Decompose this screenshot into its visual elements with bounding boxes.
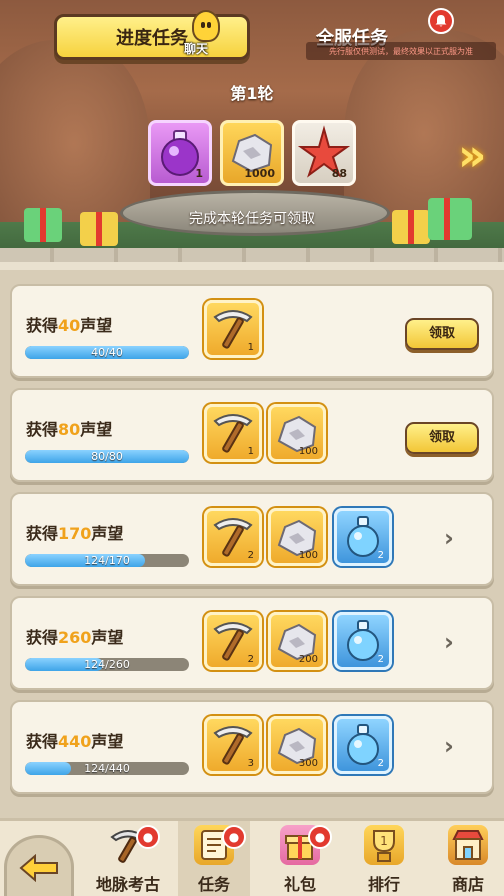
- task-title: 获得260声望: [26, 628, 124, 647]
- reward-count: 1000: [244, 167, 275, 180]
- claim-button[interactable]: 领取: [405, 422, 479, 454]
- task-title: 获得80声望: [26, 420, 113, 439]
- task-progress-bar: 80/80: [25, 450, 189, 463]
- reward-item-bottle[interactable]: 2: [334, 716, 392, 774]
- reward-count: 1: [247, 342, 254, 353]
- notification-bell-icon: ●: [222, 825, 246, 849]
- reward-item-stone[interactable]: 300: [268, 716, 326, 774]
- reward-count: 2: [247, 550, 254, 561]
- reward-count: 1: [195, 167, 203, 180]
- tab-progress-tasks[interactable]: 进度任务: [54, 14, 250, 60]
- reward-item-pickaxe[interactable]: 1: [204, 300, 262, 358]
- task-progress-text: 80/80: [91, 450, 123, 463]
- reward-item-pickaxe[interactable]: 2: [204, 612, 262, 670]
- notification-bell-icon: ●: [308, 825, 332, 849]
- nav-label: 商店: [451, 875, 484, 894]
- round-reward-item[interactable]: 88: [292, 120, 356, 186]
- reward-item-bottle[interactable]: 2: [334, 508, 392, 566]
- nav-item-tasks[interactable]: ● 任务: [178, 821, 250, 896]
- chevron-right-icon[interactable]: ›: [444, 732, 454, 760]
- reward-count: 3: [247, 758, 254, 769]
- nav-label: 排行: [367, 875, 400, 894]
- reward-count: 100: [298, 550, 318, 561]
- reward-count: 2: [377, 758, 384, 769]
- reward-item-pickaxe[interactable]: 2: [204, 508, 262, 566]
- round-reward-item[interactable]: 1: [148, 120, 212, 186]
- round-reward-item[interactable]: 1000: [220, 120, 284, 186]
- task-title: 获得440声望: [26, 732, 124, 751]
- reward-count: 200: [298, 654, 318, 665]
- reward-count: 2: [247, 654, 254, 665]
- task-progress-text: 124/170: [84, 554, 130, 567]
- reward-count: 300: [298, 758, 318, 769]
- task-progress-text: 40/40: [91, 346, 123, 359]
- shop-icon: [448, 825, 488, 865]
- next-round-arrow-icon[interactable]: »: [458, 130, 486, 181]
- back-button[interactable]: [4, 835, 74, 896]
- task-title: 获得40声望: [26, 316, 113, 335]
- back-arrow-icon: [19, 854, 58, 882]
- reward-item-pickaxe[interactable]: 3: [204, 716, 262, 774]
- chevron-right-icon[interactable]: ›: [444, 628, 454, 656]
- test-server-notice: 先行服仅供测试，最终效果以正式服为准: [306, 42, 496, 60]
- task-progress-bar: 124/260: [25, 658, 189, 671]
- task-list[interactable]: 获得40声望 40/40 1 领取 获得80声望 80/80 1 100 领取 …: [0, 270, 504, 818]
- rank-trophy-icon: 1: [364, 825, 404, 865]
- reward-count: 100: [298, 446, 318, 457]
- round-reward-banner: 进度任务 聊天 全服任务 先行服仅供测试，最终效果以正式服为准 第1轮 1 10…: [0, 0, 504, 262]
- stone-ledge: [0, 248, 504, 262]
- round-title: 第1轮: [230, 84, 274, 103]
- claim-button[interactable]: 领取: [405, 318, 479, 350]
- svg-text:1: 1: [380, 834, 388, 848]
- notification-bell-icon: [428, 8, 454, 34]
- reward-item-stone[interactable]: 200: [268, 612, 326, 670]
- chevron-right-icon[interactable]: ›: [444, 524, 454, 552]
- reward-count: 88: [331, 167, 347, 180]
- reward-item-stone[interactable]: 100: [268, 404, 326, 462]
- task-progress-text: 124/440: [84, 762, 130, 775]
- task-title: 获得170声望: [26, 524, 124, 543]
- task-progress-bar: 40/40: [25, 346, 189, 359]
- task-card: 获得440声望 124/440 3 300 2 ›: [10, 700, 494, 794]
- task-card: 获得40声望 40/40 1 领取: [10, 284, 494, 378]
- nav-item-rank[interactable]: 1 排行: [348, 821, 420, 896]
- reward-count: 2: [377, 654, 384, 665]
- nav-item-gift[interactable]: ● 礼包: [264, 821, 336, 896]
- reward-item-bottle[interactable]: 2: [334, 612, 392, 670]
- nav-label: 任务: [197, 875, 230, 894]
- reward-item-stone[interactable]: 100: [268, 508, 326, 566]
- reward-count: 1: [247, 446, 254, 457]
- nav-label: 礼包: [283, 875, 316, 894]
- chat-label: 聊天: [184, 42, 209, 56]
- round-hint: 完成本轮任务可领取: [189, 211, 315, 227]
- nav-item-archaeology[interactable]: ● 地脉考古: [92, 821, 164, 896]
- task-progress-bar: 124/170: [25, 554, 189, 567]
- chat-face-icon: [192, 10, 220, 42]
- reward-count: 2: [377, 550, 384, 561]
- task-card: 获得170声望 124/170 2 100 2 ›: [10, 492, 494, 586]
- task-card: 获得260声望 124/260 2 200 2 ›: [10, 596, 494, 690]
- task-card: 获得80声望 80/80 1 100 领取: [10, 388, 494, 482]
- chat-button[interactable]: 聊天: [176, 8, 220, 56]
- nav-label: 地脉考古: [95, 875, 160, 894]
- task-progress-text: 124/260: [84, 658, 130, 671]
- task-progress-bar: 124/440: [25, 762, 189, 775]
- reward-item-pickaxe[interactable]: 1: [204, 404, 262, 462]
- bottom-nav: ● 地脉考古 ● 任务 ● 礼包 1 排行 商店: [0, 818, 504, 896]
- nav-item-shop[interactable]: 商店: [432, 821, 504, 896]
- notification-bell-icon: ●: [136, 825, 160, 849]
